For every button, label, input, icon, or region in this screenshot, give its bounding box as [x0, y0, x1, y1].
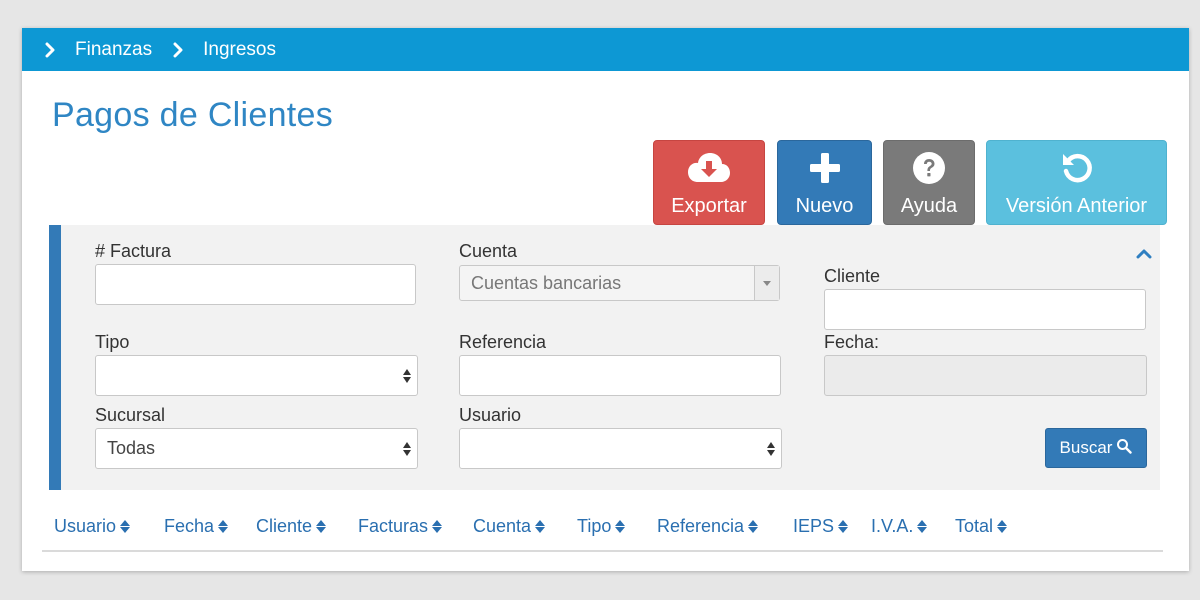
sort-icon	[218, 520, 229, 533]
table-header-row: Usuario Fecha Cliente Facturas Cuenta Ti…	[42, 511, 1163, 552]
column-header-referencia[interactable]: Referencia	[657, 516, 759, 537]
select-arrows-icon	[403, 368, 411, 383]
sort-icon	[838, 520, 849, 533]
sort-icon	[917, 520, 928, 533]
column-header-label: Cuenta	[473, 516, 532, 536]
column-header-label: Facturas	[358, 516, 429, 536]
sort-icon	[997, 520, 1008, 533]
column-header-label: I.V.A.	[871, 516, 914, 536]
sort-icon	[432, 520, 443, 533]
search-icon	[1116, 438, 1133, 459]
account-select-value: Cuentas bancarias	[471, 272, 622, 293]
date-input[interactable]	[824, 355, 1147, 396]
plus-icon	[809, 150, 841, 186]
search-button-label: Buscar	[1059, 438, 1113, 457]
reference-input[interactable]	[459, 355, 781, 396]
column-header-ieps[interactable]: IEPS	[793, 516, 849, 537]
column-header-iva[interactable]: I.V.A.	[871, 516, 928, 537]
export-button-label: Exportar	[671, 195, 747, 217]
column-header-label: IEPS	[793, 516, 835, 536]
sort-icon	[748, 520, 759, 533]
column-header-label: Cliente	[256, 516, 313, 536]
main-window: Finanzas Ingresos Pagos de Clientes Expo…	[22, 28, 1189, 571]
account-select[interactable]: Cuentas bancarias	[459, 265, 780, 301]
reference-label: Referencia	[459, 332, 547, 352]
chevron-right-icon	[171, 40, 185, 60]
column-header-label: Usuario	[54, 516, 117, 536]
type-select[interactable]	[95, 355, 418, 396]
type-label: Tipo	[95, 332, 130, 352]
help-button[interactable]: Ayuda	[883, 140, 975, 225]
chevron-right-icon	[43, 40, 57, 60]
branch-select[interactable]: Todas	[95, 428, 418, 469]
user-select[interactable]	[459, 428, 782, 469]
column-header-total[interactable]: Total	[955, 516, 1008, 537]
date-label: Fecha:	[824, 332, 880, 352]
sort-icon	[316, 520, 327, 533]
breadcrumb-item-ingresos[interactable]: Ingresos	[203, 39, 276, 61]
branch-select-value: Todas	[107, 438, 156, 458]
filter-panel: # Factura Cuenta Cuentas bancarias Clien…	[49, 225, 1160, 490]
column-header-label: Tipo	[577, 516, 612, 536]
client-input[interactable]	[824, 289, 1146, 330]
column-header-label: Fecha	[164, 516, 215, 536]
page-title: Pagos de Clientes	[52, 96, 334, 134]
column-header-fecha[interactable]: Fecha	[164, 516, 229, 537]
column-header-facturas[interactable]: Facturas	[358, 516, 443, 537]
account-label: Cuenta	[459, 241, 518, 261]
previous-version-button[interactable]: Versión Anterior	[986, 140, 1167, 225]
new-button-label: Nuevo	[795, 195, 854, 217]
column-header-cuenta[interactable]: Cuenta	[473, 516, 546, 537]
help-button-label: Ayuda	[900, 195, 958, 217]
invoice-input[interactable]	[95, 264, 416, 305]
branch-label: Sucursal	[95, 405, 166, 425]
breadcrumb: Finanzas Ingresos	[22, 28, 1189, 71]
cloud-download-icon	[687, 150, 731, 186]
undo-icon	[1060, 150, 1094, 186]
sort-icon	[120, 520, 131, 533]
invoice-label: # Factura	[95, 241, 172, 261]
select-arrows-icon	[767, 441, 775, 456]
column-header-label: Total	[955, 516, 994, 536]
question-circle-icon	[912, 150, 946, 186]
chevron-up-icon[interactable]	[1136, 246, 1152, 264]
user-label: Usuario	[459, 405, 522, 425]
new-button[interactable]: Nuevo	[777, 140, 872, 225]
column-header-cliente[interactable]: Cliente	[256, 516, 327, 537]
previous-version-button-label: Versión Anterior	[1005, 195, 1148, 217]
search-button[interactable]: Buscar	[1045, 428, 1147, 468]
caret-down-icon	[754, 266, 779, 300]
client-label: Cliente	[824, 266, 881, 286]
sort-icon	[615, 520, 626, 533]
export-button[interactable]: Exportar	[653, 140, 765, 225]
column-header-label: Referencia	[657, 516, 745, 536]
select-arrows-icon	[403, 441, 411, 456]
sort-icon	[535, 520, 546, 533]
breadcrumb-item-finanzas[interactable]: Finanzas	[75, 39, 152, 61]
column-header-usuario[interactable]: Usuario	[54, 516, 131, 537]
column-header-tipo[interactable]: Tipo	[577, 516, 626, 537]
